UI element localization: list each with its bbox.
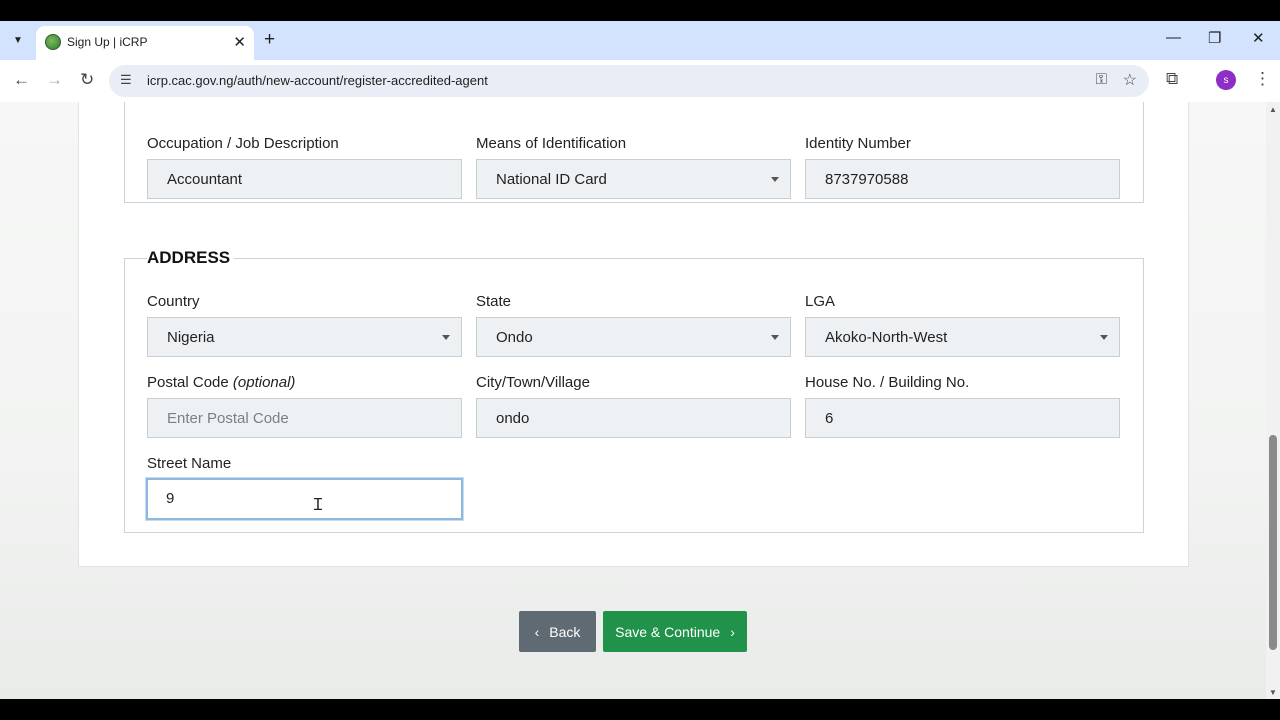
city-label: City/Town/Village [476, 374, 590, 391]
close-window-icon[interactable]: ✕ [1252, 29, 1265, 47]
house-input[interactable]: 6 [805, 398, 1120, 438]
chevron-down-icon [771, 335, 779, 340]
id-means-select[interactable]: National ID Card [476, 159, 791, 199]
chevron-down-icon [771, 177, 779, 182]
address-legend: ADDRESS [147, 248, 235, 268]
address-bar[interactable]: ☰ icrp.cac.gov.ng/auth/new-account/regis… [109, 65, 1149, 97]
id-number-label: Identity Number [805, 135, 911, 152]
back-arrow-icon[interactable]: ← [13, 70, 30, 90]
reload-icon[interactable]: ↻ [80, 70, 94, 90]
lga-select[interactable]: Akoko-North-West [805, 317, 1120, 357]
scroll-down-icon[interactable]: ▼ [1269, 688, 1277, 697]
close-icon[interactable]: ✕ [233, 33, 246, 51]
occupation-input[interactable]: Accountant [147, 159, 462, 199]
postal-optional: (optional) [232, 374, 296, 391]
tab-title: Sign Up | iCRP [67, 35, 148, 49]
house-label: House No. / Building No. [805, 374, 970, 391]
kebab-menu-icon[interactable]: ⋮ [1254, 69, 1271, 89]
back-button-label: Back [549, 623, 581, 640]
extensions-icon[interactable]: ⧉ [1166, 69, 1178, 89]
street-label: Street Name [147, 455, 232, 472]
back-button[interactable]: ‹ Back [519, 611, 596, 652]
chevron-down-icon [1100, 335, 1108, 340]
chevron-left-icon: ‹ [534, 623, 540, 640]
postal-label: Postal Code (optional) [147, 374, 295, 391]
postal-input[interactable]: Enter Postal Code [147, 398, 462, 438]
plus-icon[interactable]: + [264, 29, 275, 51]
password-key-icon[interactable]: ⚿ [1096, 71, 1107, 88]
id-number-input[interactable]: 8737970588 [805, 159, 1120, 199]
country-label: Country [147, 293, 200, 310]
browser-toolbar: ← → ↻ ☰ icrp.cac.gov.ng/auth/new-account… [0, 60, 1280, 102]
city-input[interactable]: ondo [476, 398, 791, 438]
id-means-value: National ID Card [496, 171, 607, 188]
bookmark-star-icon[interactable]: ☆ [1123, 70, 1137, 90]
tab-strip: ▼ Sign Up | iCRP ✕ + — ❐ ✕ [0, 21, 1280, 60]
id-means-label: Means of Identification [476, 135, 627, 152]
url-text[interactable]: icrp.cac.gov.ng/auth/new-account/registe… [147, 73, 488, 88]
forward-arrow-icon[interactable]: → [46, 70, 63, 90]
minimize-icon[interactable]: — [1166, 29, 1181, 46]
state-value: Ondo [496, 329, 533, 346]
browser-window: ▼ Sign Up | iCRP ✕ + — ❐ ✕ ← → ↻ ☰ icrp.… [0, 21, 1280, 699]
country-select[interactable]: Nigeria [147, 317, 462, 357]
form-panel: Occupation / Job Description Accountant … [78, 102, 1189, 567]
save-continue-button[interactable]: Save & Continue › [603, 611, 747, 652]
page-scrollbar[interactable]: ▲ ▼ [1266, 102, 1280, 699]
site-info-icon[interactable]: ☰ [120, 72, 132, 88]
chevron-right-icon: › [730, 623, 735, 640]
state-label: State [476, 293, 512, 310]
tab-search-icon[interactable]: ▼ [8, 30, 28, 50]
scroll-up-icon[interactable]: ▲ [1269, 105, 1277, 114]
chevron-down-icon [442, 335, 450, 340]
state-select[interactable]: Ondo [476, 317, 791, 357]
street-input[interactable]: 9 [146, 478, 463, 520]
country-value: Nigeria [167, 329, 215, 346]
scrollbar-thumb[interactable] [1269, 435, 1277, 650]
occupation-label: Occupation / Job Description [147, 135, 339, 152]
restore-icon[interactable]: ❐ [1208, 29, 1221, 47]
page-content: Occupation / Job Description Accountant … [0, 102, 1266, 699]
postal-label-text: Postal Code [147, 374, 229, 391]
tab-active[interactable]: Sign Up | iCRP ✕ [36, 26, 254, 60]
avatar[interactable]: s [1216, 70, 1236, 90]
lga-label: LGA [805, 293, 836, 310]
lga-value: Akoko-North-West [825, 329, 948, 346]
text-cursor-icon: Ｉ [310, 497, 327, 514]
save-button-label: Save & Continue [615, 623, 721, 640]
favicon [45, 34, 61, 50]
